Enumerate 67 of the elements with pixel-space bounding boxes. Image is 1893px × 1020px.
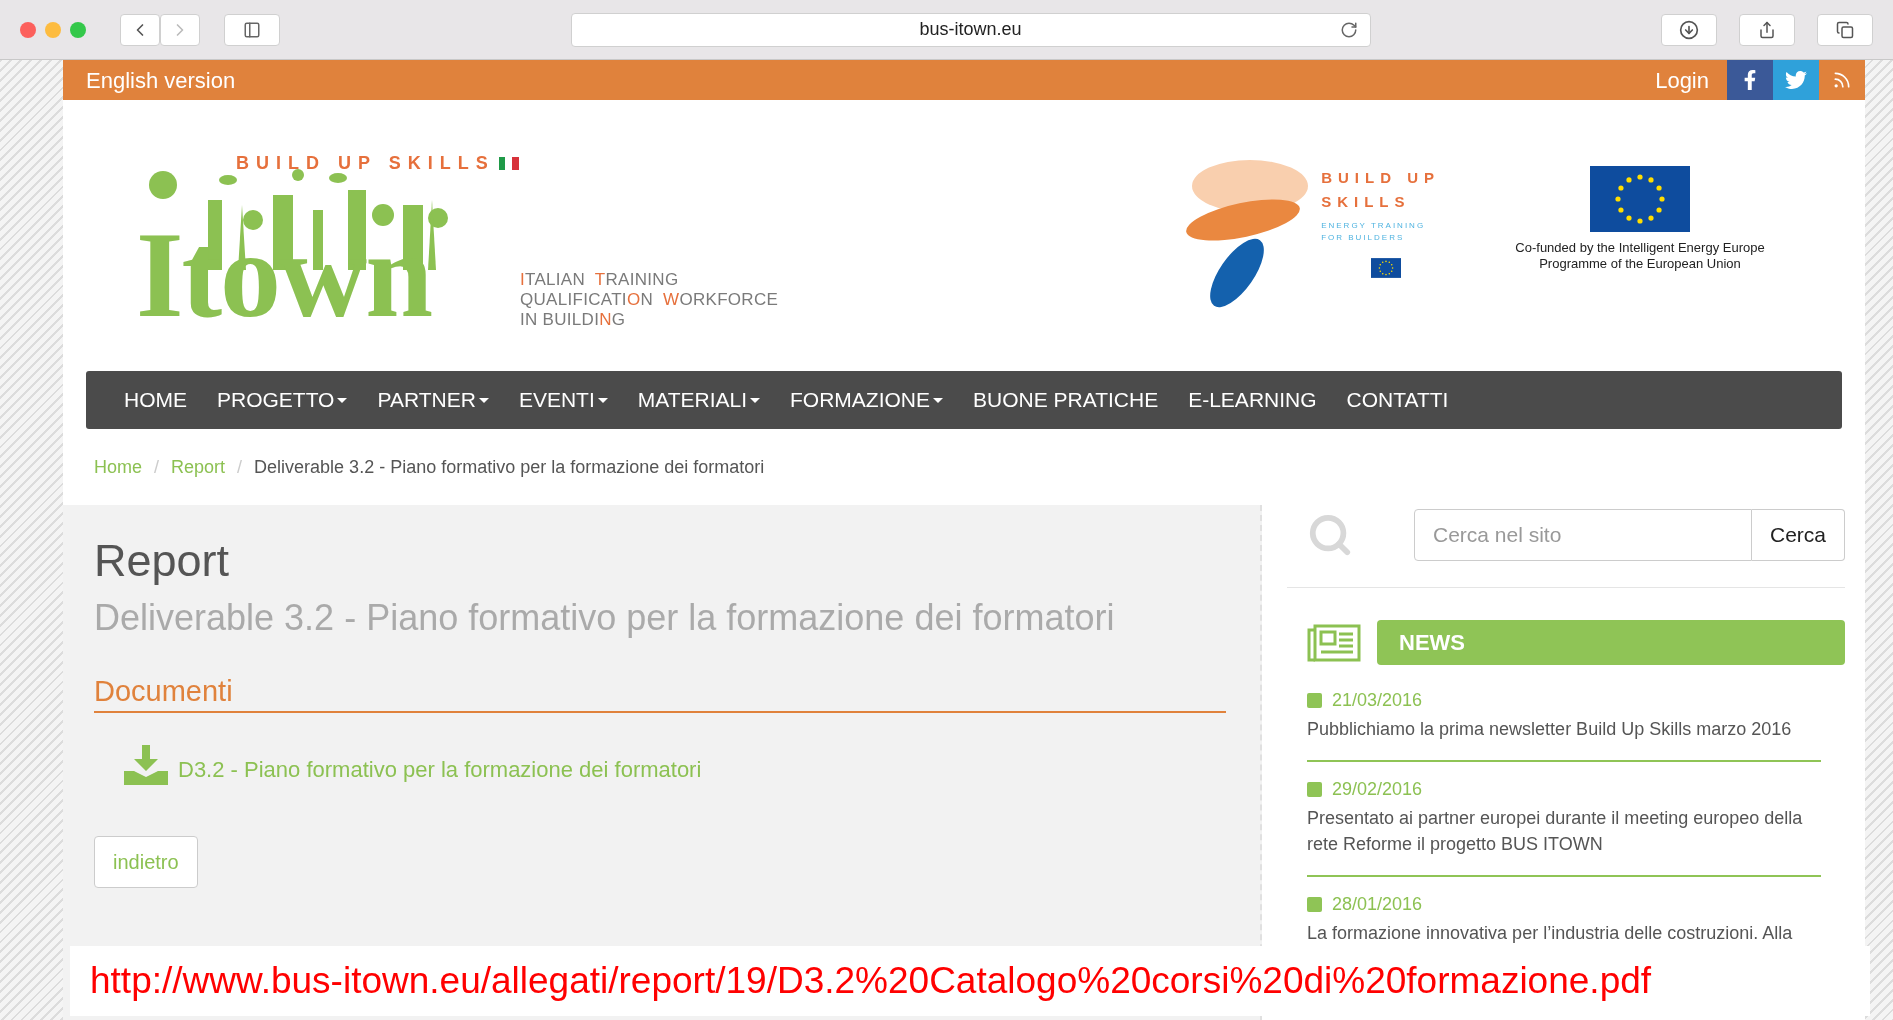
- share-icon: [1758, 20, 1776, 39]
- nav-item[interactable]: E-LEARNING: [1188, 384, 1317, 416]
- nav-item[interactable]: BUONE PRATICHE: [973, 384, 1159, 416]
- back-button[interactable]: [120, 13, 160, 46]
- close-window-icon[interactable]: [20, 21, 36, 38]
- caret-icon: [337, 397, 348, 403]
- logo-tagline: ITALIAN TRAINING: [520, 270, 680, 290]
- italian-flag-icon: [498, 157, 519, 170]
- news-link[interactable]: Presentato ai partner europei durante il meeting europeo della rete Reforme il progetto BUS ITOWN: [1307, 805, 1821, 857]
- search-icon: [1307, 512, 1353, 558]
- address-text: bus-itown.eu: [919, 18, 1022, 41]
- logo-tagline: IN BUILDING: [520, 310, 627, 330]
- twitter-icon: [1785, 69, 1807, 91]
- nav-item[interactable]: CONTATTI: [1346, 384, 1449, 416]
- bullet-icon: [1307, 897, 1322, 912]
- download-icon: [124, 744, 168, 785]
- bullet-icon: [1307, 693, 1322, 708]
- news-date: 21/03/2016: [1332, 689, 1423, 712]
- maximize-window-icon[interactable]: [70, 21, 86, 38]
- reload-icon[interactable]: [1339, 20, 1358, 39]
- news-link[interactable]: La formazione innovativa per l’industria delle costruzioni. Alla: [1307, 920, 1821, 946]
- nav-item[interactable]: MATERIALI: [637, 384, 761, 416]
- sidebar-icon: [243, 20, 261, 39]
- eu-flag-icon: [1590, 166, 1690, 232]
- eu-flag-icon: [1371, 258, 1402, 278]
- caret-icon: [750, 397, 761, 403]
- news-link[interactable]: Pubblichiamo la prima newsletter Build Up Skills marzo 2016: [1307, 716, 1821, 742]
- breadcrumb-separator: /: [154, 455, 160, 479]
- newspaper-icon: [1307, 623, 1361, 662]
- breadcrumb-separator: /: [237, 455, 243, 479]
- logo-tagline: QUALIFICATION WORKFORCE: [520, 290, 779, 310]
- eu-funding-caption: Co-funded by the Intelligent Energy Europe Programme of the European Union: [1514, 240, 1766, 272]
- address-bar[interactable]: bus-itown.eu: [570, 12, 1371, 47]
- nav-item[interactable]: FORMAZIONE: [790, 384, 944, 416]
- share-button[interactable]: [1739, 13, 1795, 46]
- breadcrumb-current: Deliverable 3.2 - Piano formativo per la formazione dei formatori: [254, 455, 765, 479]
- search-button[interactable]: Cerca: [1751, 509, 1845, 561]
- bus-logo-title: SKILLS: [1321, 192, 1412, 212]
- bus-logo-subtitle: FOR BUILDERS: [1321, 232, 1406, 244]
- search-field[interactable]: Cerca nel sito: [1413, 509, 1752, 561]
- forward-button[interactable]: [160, 13, 200, 46]
- page-subtitle: Deliverable 3.2 - Piano formativo per la formazione dei formatori: [94, 596, 1116, 640]
- caret-icon: [933, 397, 944, 403]
- section-title: Documenti: [94, 674, 234, 709]
- sidebar-button[interactable]: [224, 13, 280, 46]
- download-circle-icon: [1679, 19, 1699, 40]
- nav-item[interactable]: HOME: [124, 384, 187, 416]
- tabs-button[interactable]: [1817, 13, 1873, 46]
- facebook-link[interactable]: [1727, 60, 1773, 100]
- page-title: Report: [94, 534, 231, 588]
- news-title: NEWS: [1399, 629, 1465, 657]
- caret-icon: [478, 397, 489, 403]
- rss-icon: [1832, 70, 1852, 90]
- nav-item[interactable]: EVENTI: [518, 384, 608, 416]
- nav-item[interactable]: PROGETTO: [217, 384, 348, 416]
- twitter-link[interactable]: [1773, 60, 1819, 100]
- url-annotation-text: http://www.bus-itown.eu/allegati/report/19/D3.2%20Catalogo%20corsi%20di%20formazione.pdf: [90, 959, 1652, 1004]
- nav-item[interactable]: PARTNER: [377, 384, 489, 416]
- bus-logo-subtitle: ENERGY TRAINING: [1321, 220, 1427, 232]
- caret-icon: [597, 397, 608, 403]
- bullet-icon: [1307, 782, 1322, 797]
- news-date: 28/01/2016: [1332, 893, 1423, 916]
- bus-logo-title: BUILD UP: [1321, 168, 1440, 188]
- tabs-icon: [1836, 20, 1854, 39]
- news-date: 29/02/2016: [1332, 778, 1423, 801]
- downloads-button[interactable]: [1661, 13, 1717, 46]
- logo-skills-text: BUILD UP SKILLS: [236, 152, 495, 175]
